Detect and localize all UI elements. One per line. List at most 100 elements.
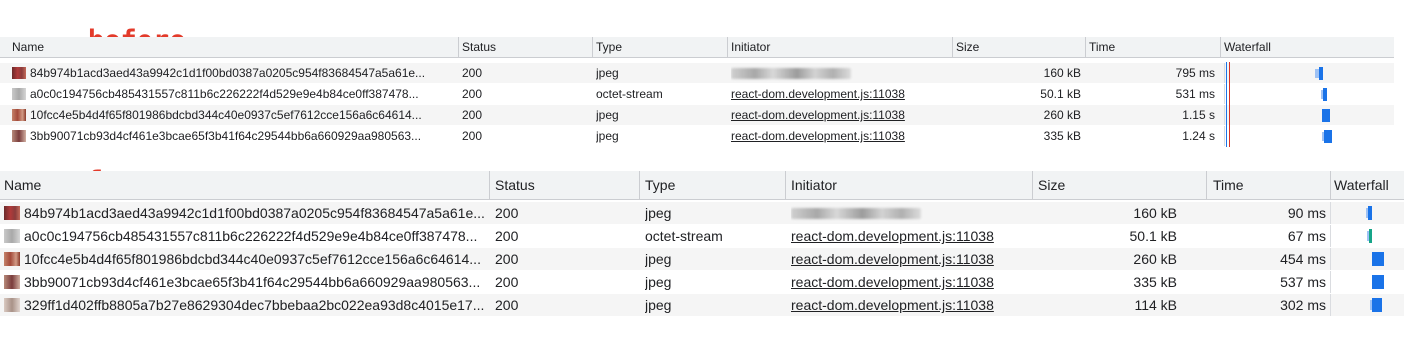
request-name-cell[interactable]: a0c0c194756cb485431557c811b6c226222f4d52… [4,225,492,247]
column-header-type[interactable]: Type [596,37,716,57]
initiator-cell[interactable]: react-dom.development.js:11038 [731,84,941,104]
column-divider[interactable] [952,37,953,57]
column-header-time[interactable]: Time [1089,37,1214,57]
waterfall-divider [1224,126,1225,146]
initiator-link[interactable]: react-dom.development.js:11038 [731,108,905,122]
column-divider[interactable] [727,37,728,57]
request-row[interactable]: 10fcc4e5b4d4f65f801986bdcbd344c40e0937c5… [0,248,1404,271]
initiator-cell[interactable]: react-dom.development.js:11038 [791,271,1031,293]
waterfall-divider [1224,63,1225,83]
initiator-cell[interactable]: react-dom.development.js:11038 [731,105,941,125]
initiator-link[interactable]: react-dom.development.js:11038 [791,228,994,244]
type-cell: jpeg [645,271,785,293]
waterfall-download-bar[interactable] [1372,275,1384,289]
column-divider[interactable] [1330,171,1331,199]
column-header-name[interactable]: Name [12,37,460,57]
request-name-cell[interactable]: 10fcc4e5b4d4f65f801986bdcbd344c40e0937c5… [4,248,492,270]
resource-type: jpeg [596,129,619,143]
request-name-cell[interactable]: 3bb90071cb93d4cf461e3bcae65f3b41f64c2954… [12,126,460,146]
column-header-initiator[interactable]: Initiator [731,37,941,57]
request-row[interactable]: 3bb90071cb93d4cf461e3bcae65f3b41f64c2954… [0,125,1394,147]
column-divider[interactable] [639,171,640,199]
column-header-name[interactable]: Name [4,171,492,199]
network-table-before: Name Status Type Initiator Size Time Waterfall… [0,37,1394,150]
column-divider[interactable] [458,37,459,57]
initiator-cell[interactable]: react-dom.development.js:11038 [791,294,1031,316]
image-thumbnail-icon [12,130,26,142]
request-row[interactable]: 84b974b1acd3aed43a9942c1d1f00bd0387a0205… [0,202,1404,225]
request-row[interactable]: a0c0c194756cb485431557c811b6c226222f4d52… [0,225,1404,248]
initiator-cell[interactable]: react-dom.development.js:11038 [791,225,1031,247]
image-thumbnail-icon [4,298,20,312]
resource-type: jpeg [596,66,619,80]
request-time: 302 ms [1280,297,1326,313]
column-divider[interactable] [1206,171,1207,199]
initiator-link[interactable]: react-dom.development.js:11038 [731,87,905,101]
size-cell: 160 kB [956,63,1081,83]
image-thumbnail-icon [4,275,20,289]
request-name-cell[interactable]: 84b974b1acd3aed43a9942c1d1f00bd0387a0205… [12,63,460,83]
column-header-size[interactable]: Size [1038,171,1178,199]
waterfall-divider [1330,294,1331,316]
waterfall-download-bar[interactable] [1372,298,1382,312]
initiator-cell[interactable]: react-dom.development.js:11038 [731,126,941,146]
request-name-cell[interactable]: 10fcc4e5b4d4f65f801986bdcbd344c40e0937c5… [12,105,460,125]
column-header-time[interactable]: Time [1213,171,1328,199]
resource-type: jpeg [645,205,672,221]
table-header: Name Status Type Initiator Size Time Waterfall [0,37,1394,58]
request-name-cell[interactable]: 329ff1d402ffb8805a7b27e8629304dec7bbebaa… [4,294,492,316]
column-header-type[interactable]: Type [645,171,785,199]
column-divider[interactable] [1085,37,1086,57]
type-cell: jpeg [645,294,785,316]
request-row[interactable]: a0c0c194756cb485431557c811b6c226222f4d52… [0,83,1394,105]
request-time: 454 ms [1280,251,1326,267]
image-thumbnail-icon [12,88,26,100]
column-divider[interactable] [1032,171,1033,199]
waterfall-download-bar[interactable] [1369,229,1372,243]
waterfall-download-bar[interactable] [1323,88,1327,101]
initiator-link[interactable]: react-dom.development.js:11038 [791,297,994,313]
initiator-link[interactable]: react-dom.development.js:11038 [791,251,994,267]
column-divider[interactable] [592,37,593,57]
transfer-size: 50.1 kB [1129,228,1177,244]
initiator-link[interactable]: react-dom.development.js:11038 [731,129,905,143]
request-row[interactable]: 329ff1d402ffb8805a7b27e8629304dec7bbebaa… [0,294,1404,317]
waterfall-download-bar[interactable] [1372,252,1384,266]
column-header-status[interactable]: Status [462,37,582,57]
type-cell: octet-stream [596,84,716,104]
waterfall-download-bar[interactable] [1319,67,1323,80]
network-table-after: Name Status Type Initiator Size Time Waterfall… [0,171,1404,321]
request-name-cell[interactable]: a0c0c194756cb485431557c811b6c226222f4d52… [12,84,460,104]
size-cell: 114 kB [1038,294,1177,316]
column-divider[interactable] [1220,37,1221,57]
waterfall-download-bar[interactable] [1324,130,1332,143]
column-header-status[interactable]: Status [495,171,635,199]
request-row[interactable]: 10fcc4e5b4d4f65f801986bdcbd344c40e0937c5… [0,104,1394,126]
time-cell: 67 ms [1213,225,1326,247]
waterfall-download-bar[interactable] [1368,206,1372,220]
time-cell: 1.15 s [1089,105,1215,125]
request-time: 795 ms [1175,66,1215,80]
request-row[interactable]: 84b974b1acd3aed43a9942c1d1f00bd0387a0205… [0,62,1394,84]
column-header-waterfall[interactable]: Waterfall [1224,37,1394,57]
initiator-cell[interactable]: react-dom.development.js:11038 [791,248,1031,270]
time-cell: 302 ms [1213,294,1326,316]
column-header-size[interactable]: Size [956,37,1081,57]
column-header-waterfall[interactable]: Waterfall [1334,171,1404,199]
request-name-cell[interactable]: 84b974b1acd3aed43a9942c1d1f00bd0387a0205… [4,202,492,224]
initiator-link[interactable]: react-dom.development.js:11038 [791,274,994,290]
waterfall-divider [1224,105,1225,125]
column-header-initiator[interactable]: Initiator [791,171,1031,199]
column-divider[interactable] [785,171,786,199]
waterfall-download-bar[interactable] [1322,109,1330,122]
column-divider[interactable] [489,171,490,199]
status-cell: 200 [495,225,635,247]
request-row[interactable]: 3bb90071cb93d4cf461e3bcae65f3b41f64c2954… [0,271,1404,294]
request-name-cell[interactable]: 3bb90071cb93d4cf461e3bcae65f3b41f64c2954… [4,271,492,293]
type-cell: octet-stream [645,225,785,247]
request-time: 1.24 s [1182,129,1215,143]
request-time: 1.15 s [1182,108,1215,122]
request-name: 329ff1d402ffb8805a7b27e8629304dec7bbebaa… [24,297,485,313]
time-cell: 454 ms [1213,248,1326,270]
image-thumbnail-icon [4,252,20,266]
